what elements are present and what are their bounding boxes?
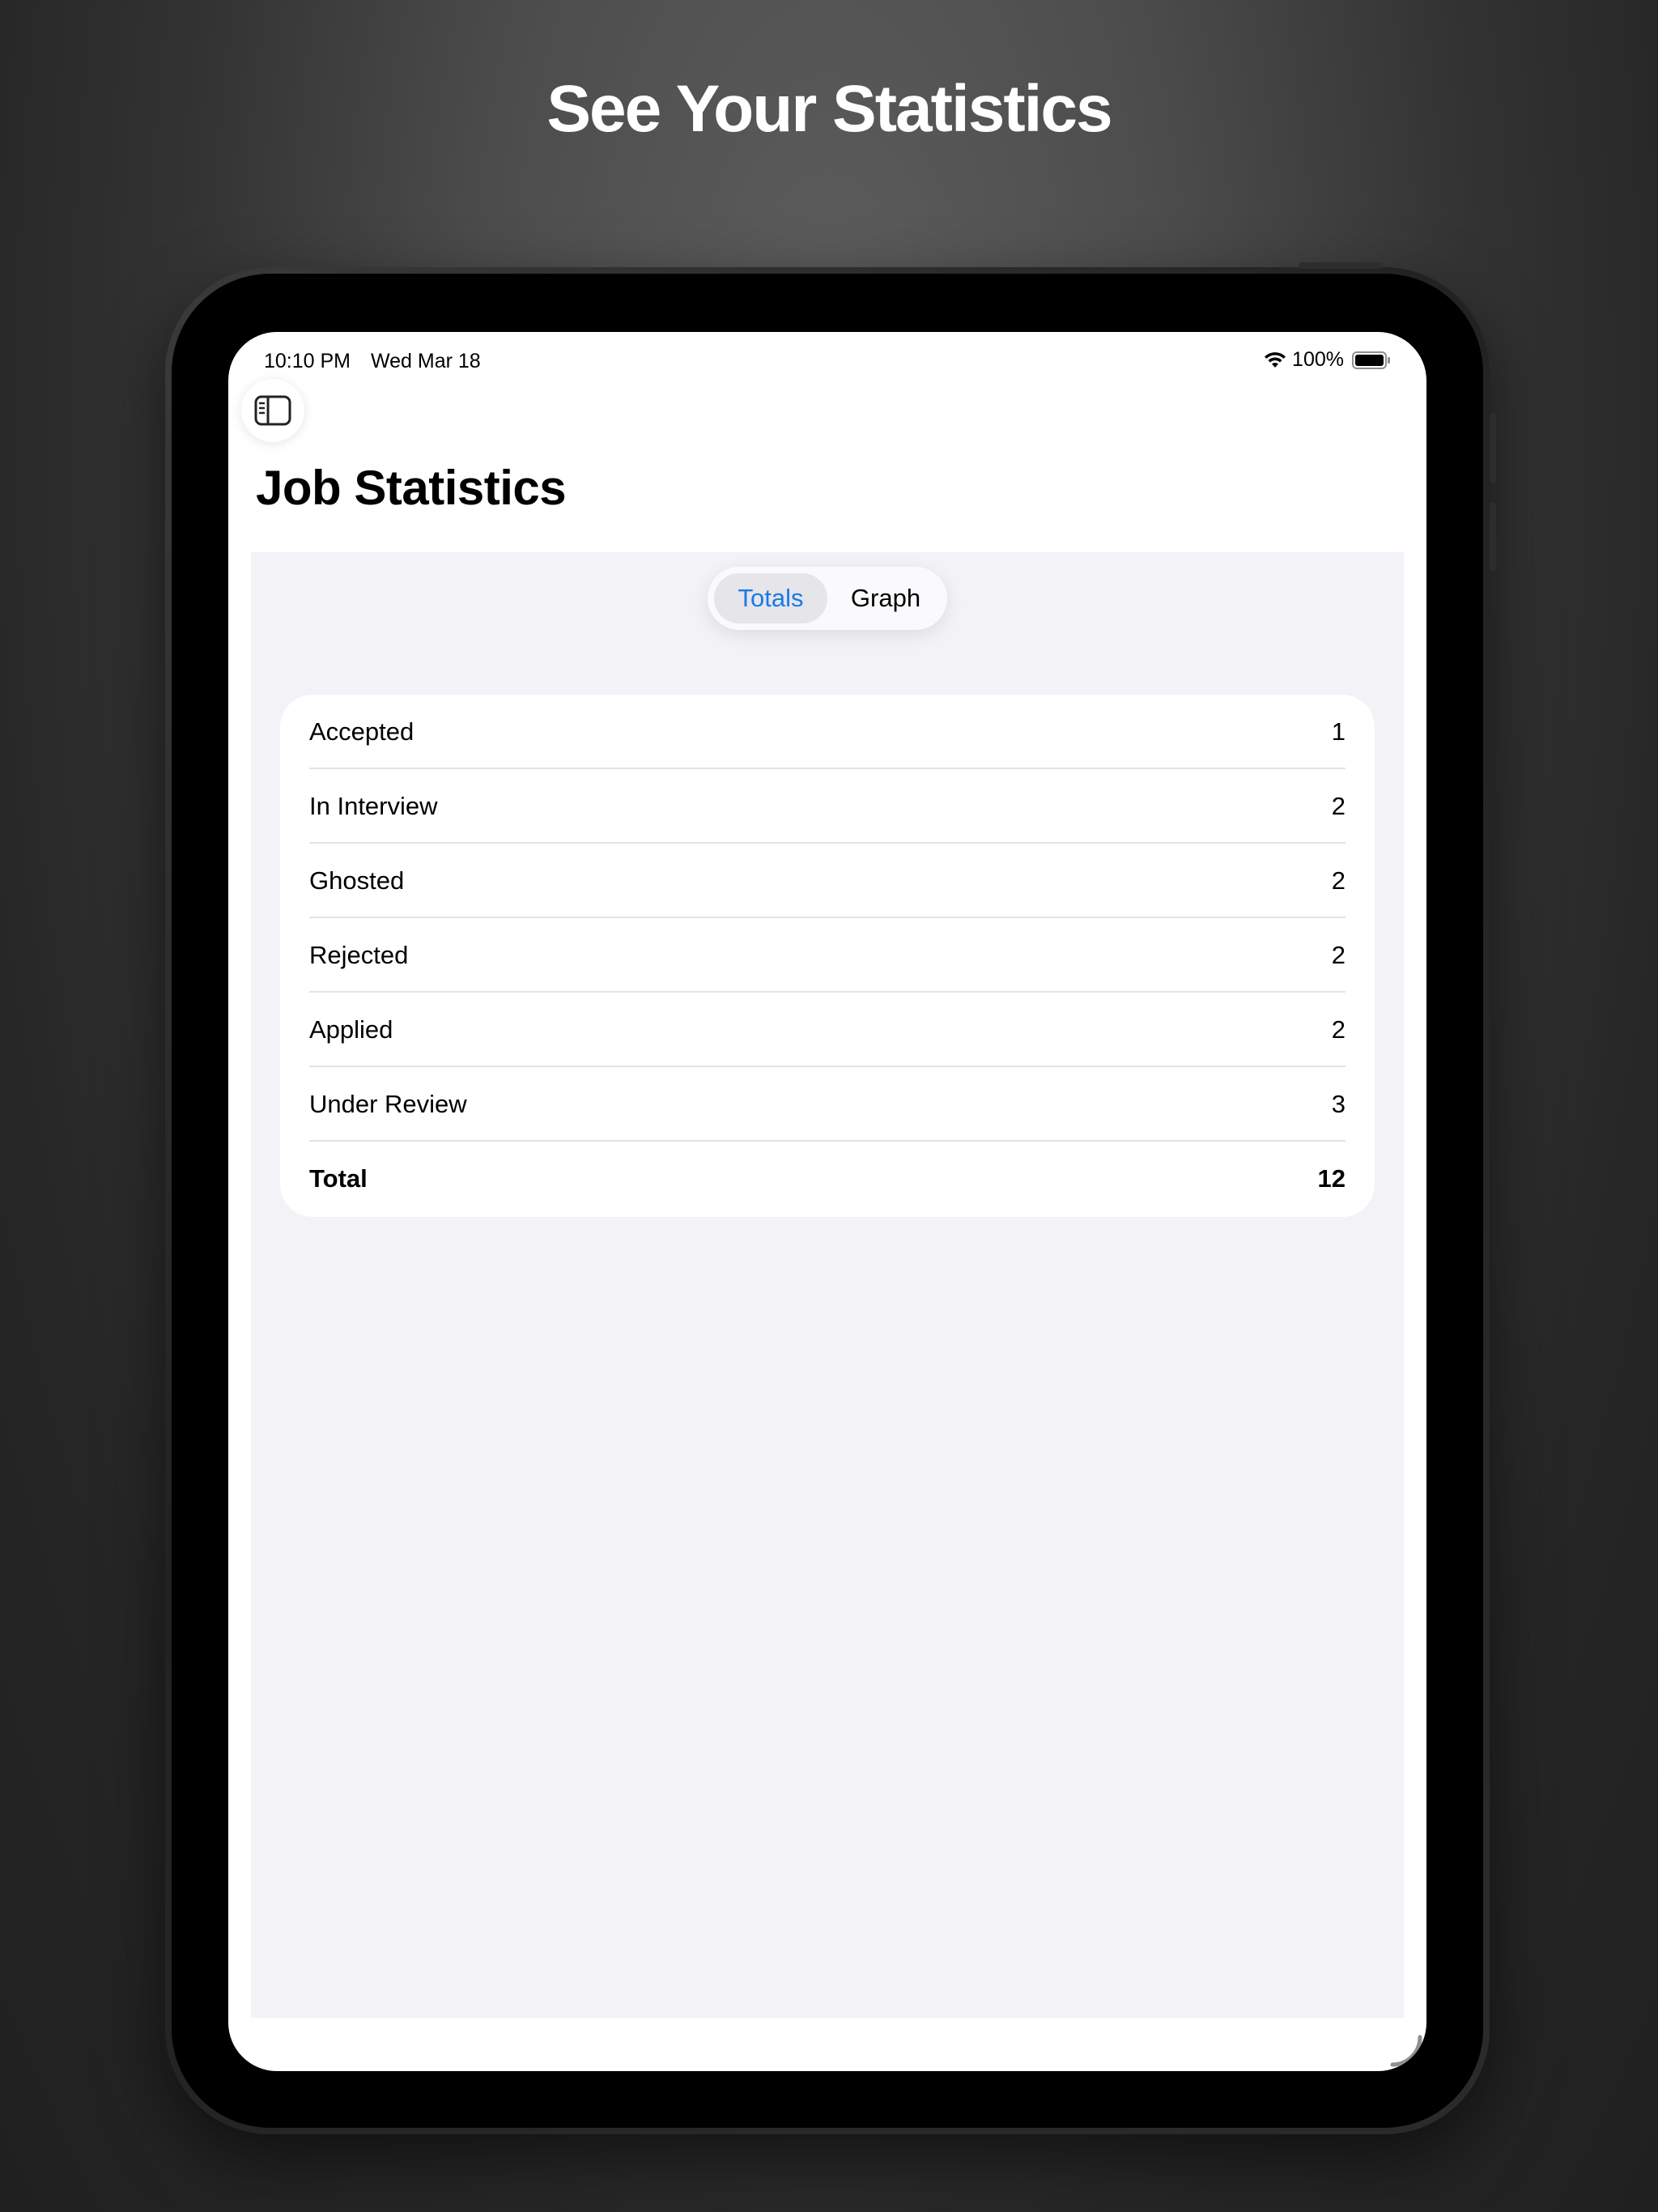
stat-row-ghosted: Ghosted 2 [309,844,1346,918]
volume-down-button [1490,502,1496,572]
stat-value: 3 [1331,1090,1346,1118]
segment-totals[interactable]: Totals [714,573,827,623]
view-segmented-control: Totals Graph [708,567,947,630]
status-left: 10:10 PM Wed Mar 18 [264,350,495,373]
volume-up-button [1490,413,1496,483]
stat-row-accepted: Accepted 1 [309,695,1346,769]
stat-value: 2 [1331,866,1346,895]
stat-value: 2 [1331,792,1346,820]
stat-value: 2 [1331,941,1346,969]
top-button [1299,262,1383,269]
stat-label: In Interview [309,792,438,820]
totals-card: Accepted 1 In Interview 2 Ghosted 2 Reje… [280,695,1375,1217]
segment-graph[interactable]: Graph [829,573,942,623]
battery-percentage: 100% [1292,348,1344,371]
corner-resize-icon [1390,2035,1422,2067]
battery-icon [1352,351,1390,369]
stat-value: 2 [1331,1015,1346,1044]
status-time: 10:10 PM [264,350,351,372]
stat-row-in-interview: In Interview 2 [309,769,1346,844]
app-screen: 10:10 PM Wed Mar 18 100% Job Statistics … [228,332,1426,2071]
wifi-icon [1265,351,1286,368]
status-right: 100% [1263,348,1391,372]
status-date: Wed Mar 18 [370,350,481,372]
status-bar: 10:10 PM Wed Mar 18 100% [264,340,1391,385]
stat-label: Under Review [309,1090,467,1118]
sidebar-icon [254,395,291,426]
promo-headline: See Your Statistics [546,72,1112,146]
stat-row-total: Total 12 [309,1142,1346,1216]
stat-row-applied: Applied 2 [309,993,1346,1067]
stat-label: Rejected [309,941,409,969]
stat-label: Accepted [309,717,414,746]
stat-label: Ghosted [309,866,405,895]
statistics-content: Totals Graph Accepted 1 In Interview 2 G… [251,552,1404,2018]
sidebar-toggle-button[interactable] [241,379,304,442]
stat-row-under-review: Under Review 3 [309,1067,1346,1142]
stat-value: 1 [1331,717,1346,746]
stat-row-rejected: Rejected 2 [309,918,1346,993]
total-label: Total [309,1164,368,1193]
page-title: Job Statistics [256,461,567,515]
total-value: 12 [1317,1164,1346,1193]
stat-label: Applied [309,1015,393,1044]
